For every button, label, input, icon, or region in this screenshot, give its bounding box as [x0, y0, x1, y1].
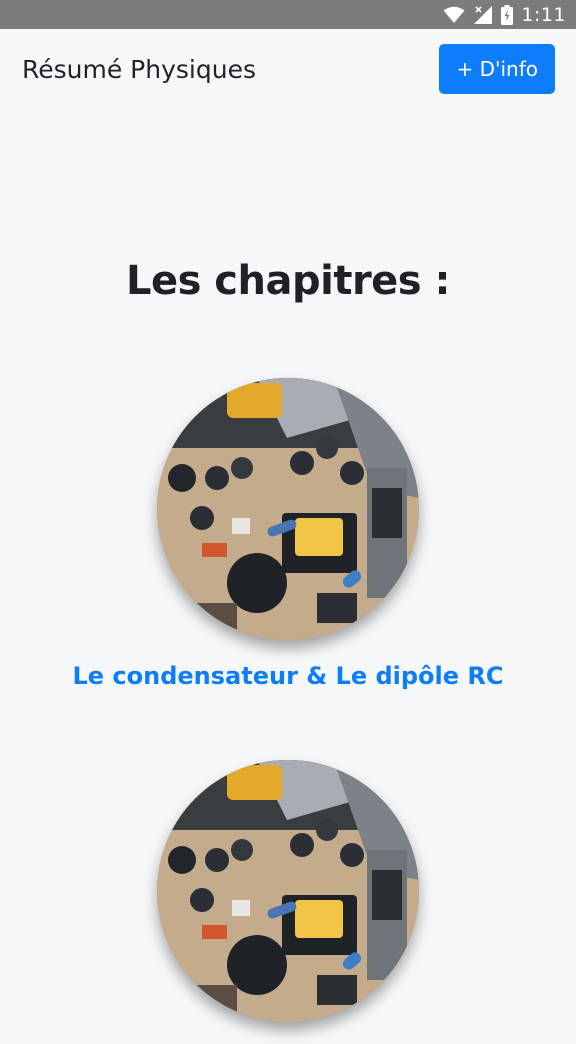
chapters-heading: Les chapitres :	[125, 258, 451, 304]
signal-icon	[474, 5, 493, 24]
app-bar: Résumé Physiques + D'info	[0, 29, 576, 109]
info-button[interactable]: + D'info	[439, 44, 555, 94]
chapter-image[interactable]	[157, 378, 419, 640]
status-time: 1:11	[521, 3, 566, 26]
app-title: Résumé Physiques	[22, 54, 256, 84]
chapter-title[interactable]: Le condensateur & Le dipôle RC	[72, 662, 503, 690]
chapter-card[interactable]: Le condensateur & Le dipôle RC	[0, 378, 576, 690]
chapter-image[interactable]	[157, 760, 419, 1022]
chapter-card[interactable]	[0, 760, 576, 1044]
wifi-icon	[443, 6, 465, 23]
status-bar: 1:11	[0, 0, 576, 29]
battery-icon	[501, 4, 514, 25]
